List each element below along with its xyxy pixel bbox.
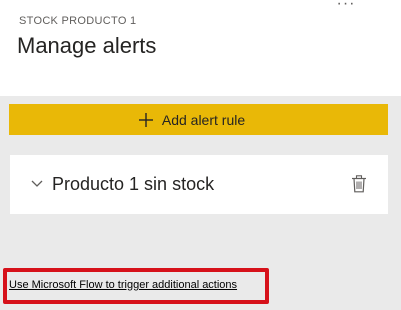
page-title: Manage alerts	[17, 33, 157, 58]
alert-rule-name: Producto 1 sin stock	[52, 174, 215, 194]
chevron-down-icon[interactable]	[31, 180, 43, 188]
alert-rule-item[interactable]: Producto 1 sin stock	[10, 155, 388, 214]
add-alert-rule-button[interactable]: Add alert rule	[9, 104, 388, 135]
add-alert-rule-label: Add alert rule	[161, 111, 246, 128]
microsoft-flow-link[interactable]: Use Microsoft Flow to trigger additional…	[9, 279, 237, 291]
panel-header: STOCK PRODUCTO 1 ··· Manage alerts	[0, 0, 401, 96]
trash-icon[interactable]	[351, 175, 367, 193]
plus-icon	[138, 112, 153, 127]
more-options-icon[interactable]: ···	[336, 0, 356, 12]
report-subtitle: STOCK PRODUCTO 1	[19, 15, 137, 27]
